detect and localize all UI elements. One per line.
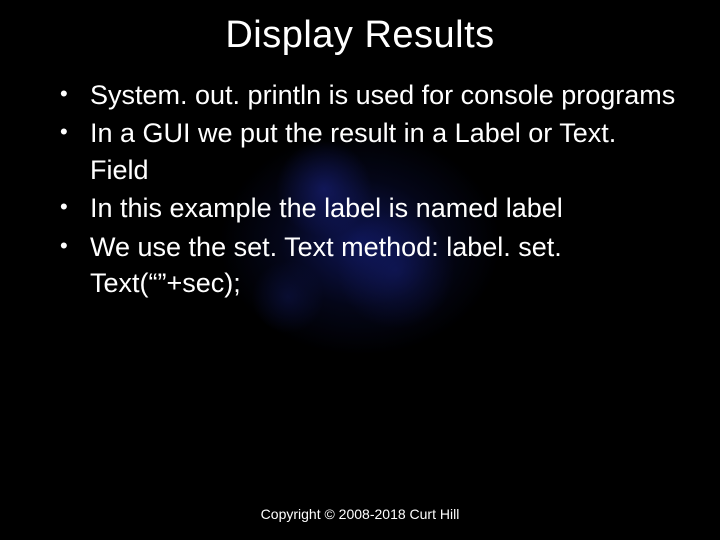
bullet-list: System. out. println is used for console…	[0, 77, 720, 302]
bullet-item: In this example the label is named label	[60, 190, 680, 226]
slide-title: Display Results	[0, 0, 720, 77]
bullet-item: In a GUI we put the result in a Label or…	[60, 115, 680, 188]
bullet-item: We use the set. Text method: label. set.…	[60, 229, 680, 302]
bullet-item: System. out. println is used for console…	[60, 77, 680, 113]
copyright-text: Copyright © 2008-2018 Curt Hill	[0, 506, 720, 522]
